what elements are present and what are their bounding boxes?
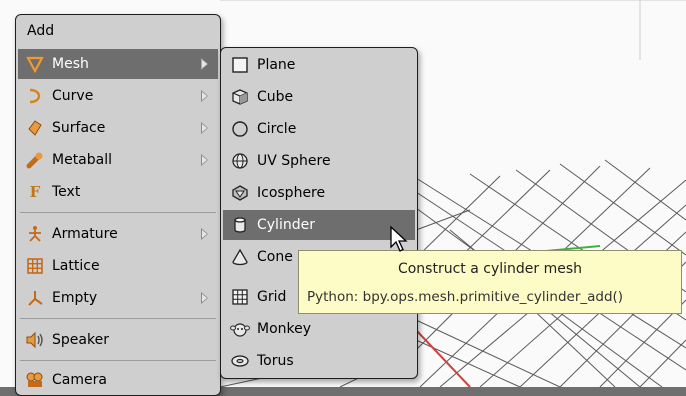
submenu-arrow-icon <box>201 122 208 134</box>
menu-item-label: Cube <box>257 89 294 105</box>
menu-item-torus[interactable]: Torus <box>223 346 415 376</box>
menu-item-label: Lattice <box>52 258 100 274</box>
x-axis-line <box>415 329 471 387</box>
menu-item-label: Mesh <box>52 56 89 72</box>
mesh-submenu: Plane Cube Circle UV Sphere Icosphere Cy… <box>220 47 418 379</box>
menu-item-label: Torus <box>257 353 294 369</box>
mesh-icon <box>24 53 46 75</box>
submenu-arrow-icon <box>201 154 208 166</box>
metaball-icon <box>24 149 46 171</box>
uv-sphere-icon <box>229 150 251 172</box>
text-icon: F <box>29 183 41 201</box>
menu-item-armature[interactable]: Armature <box>18 219 218 249</box>
mouse-cursor-icon <box>390 225 408 252</box>
menu-item-label: Speaker <box>52 332 109 348</box>
icosphere-icon <box>229 182 251 204</box>
armature-icon <box>24 223 46 245</box>
menu-item-label: Text <box>52 184 81 200</box>
menu-item-circle[interactable]: Circle <box>223 114 415 144</box>
menu-separator <box>20 318 216 319</box>
add-menu-title: Add <box>27 23 55 39</box>
cone-icon <box>229 246 251 268</box>
menu-item-speaker[interactable]: Speaker <box>18 325 218 355</box>
menu-item-label: Armature <box>52 226 118 242</box>
menu-item-text[interactable]: F Text <box>18 177 218 207</box>
menu-item-monkey[interactable]: Monkey <box>223 314 415 344</box>
menu-item-label: Surface <box>52 120 106 136</box>
monkey-icon <box>229 318 251 340</box>
cylinder-icon <box>229 214 251 236</box>
menu-item-cylinder[interactable]: Cylinder <box>223 210 415 240</box>
camera-icon <box>24 369 46 391</box>
menu-item-cube[interactable]: Cube <box>223 82 415 112</box>
menu-item-label: Curve <box>52 88 94 104</box>
menu-separator <box>20 360 216 361</box>
menu-item-surface[interactable]: Surface <box>18 113 218 143</box>
empty-icon <box>24 287 46 309</box>
menu-item-label: Circle <box>257 121 297 137</box>
lattice-icon <box>24 255 46 277</box>
speaker-icon <box>24 329 46 351</box>
curve-icon <box>24 85 46 107</box>
grid-icon <box>229 286 251 308</box>
submenu-arrow-icon <box>201 90 208 102</box>
menu-item-empty[interactable]: Empty <box>18 283 218 313</box>
menu-item-metaball[interactable]: Metaball <box>18 145 218 175</box>
menu-item-plane[interactable]: Plane <box>223 50 415 80</box>
tooltip-python: Python: bpy.ops.mesh.primitive_cylinder_… <box>307 289 624 305</box>
plane-icon <box>229 54 251 76</box>
tooltip: Construct a cylinder mesh Python: bpy.op… <box>298 250 682 314</box>
menu-item-curve[interactable]: Curve <box>18 81 218 111</box>
circle-icon <box>229 118 251 140</box>
menu-item-label: Empty <box>52 290 98 306</box>
menu-item-label: Icosphere <box>257 185 326 201</box>
menu-item-label: Monkey <box>257 321 312 337</box>
menu-item-label: Plane <box>257 57 296 73</box>
surface-icon <box>24 117 46 139</box>
submenu-arrow-icon <box>201 292 208 304</box>
cube-icon <box>229 86 251 108</box>
menu-separator <box>20 212 216 213</box>
menu-item-mesh[interactable]: Mesh <box>18 49 218 79</box>
menu-item-label: UV Sphere <box>257 153 331 169</box>
menu-item-uv-sphere[interactable]: UV Sphere <box>223 146 415 176</box>
submenu-arrow-icon <box>201 58 208 70</box>
menu-item-label: Metaball <box>52 152 113 168</box>
menu-item-icosphere[interactable]: Icosphere <box>223 178 415 208</box>
menu-item-label: Camera <box>52 372 107 388</box>
menu-item-label: Grid <box>257 289 287 305</box>
submenu-arrow-icon <box>201 228 208 240</box>
tooltip-description: Construct a cylinder mesh <box>397 261 583 277</box>
menu-item-lattice[interactable]: Lattice <box>18 251 218 281</box>
torus-icon <box>229 350 251 372</box>
menu-item-camera[interactable]: Camera <box>18 365 218 395</box>
menu-item-label: Cone <box>257 249 293 265</box>
add-menu: Add Mesh Curve Surface Metaball F Text A… <box>15 14 221 396</box>
menu-item-label: Cylinder <box>257 217 315 233</box>
